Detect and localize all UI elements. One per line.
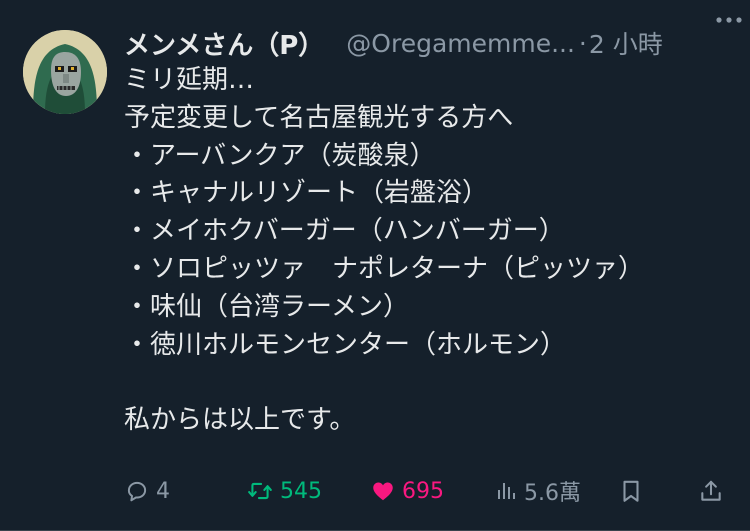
- header-separator: ·: [578, 28, 587, 58]
- display-name[interactable]: メンメさん（P）: [124, 25, 324, 62]
- timestamp[interactable]: 2 小時: [589, 25, 663, 61]
- avatar-image: [23, 30, 107, 114]
- retweet-button[interactable]: 545: [246, 474, 322, 508]
- tweet-line: ・キャナルリゾート（岩盤浴）: [124, 178, 489, 209]
- tweet-line: ・アーバンクア（炭酸泉）: [124, 140, 436, 171]
- like-button[interactable]: 695: [370, 474, 444, 508]
- tweet-line: ・ソロピッツァ ナポレターナ（ピッツァ）: [124, 253, 645, 284]
- action-bar: 4 545 695 5.6萬: [124, 474, 724, 508]
- heart-icon: [373, 482, 393, 501]
- tweet-line: 予定変更して名古屋観光する方へ: [124, 102, 514, 133]
- share-upload-icon: [701, 480, 721, 501]
- bookmark-button[interactable]: [618, 474, 644, 508]
- views-button[interactable]: 5.6萬: [494, 474, 581, 508]
- retweet-icon: [248, 482, 272, 500]
- more-horizontal-icon[interactable]: [714, 10, 744, 30]
- reply-button[interactable]: 4: [124, 474, 170, 508]
- bookmark-icon: [623, 480, 639, 502]
- user-handle[interactable]: @Oregamemme...: [346, 29, 575, 58]
- tweet-text: ミリ延期… 予定変更して名古屋観光する方へ ・アーバンクア（炭酸泉） ・キャナル…: [124, 62, 734, 440]
- tweet-card[interactable]: メンメさん（P） @Oregamemme... · 2 小時 ミリ延期… 予定変…: [0, 0, 750, 531]
- tweet-header: メンメさん（P） @Oregamemme... · 2 小時: [124, 24, 734, 62]
- tweet-line: 私からは以上です。: [124, 405, 356, 436]
- tweet-content: メンメさん（P） @Oregamemme... · 2 小時 ミリ延期… 予定変…: [124, 24, 734, 440]
- views-bar-chart-icon: [498, 483, 515, 499]
- reply-bubble-icon: [127, 481, 147, 502]
- reply-count: 4: [156, 478, 170, 504]
- retweet-count: 545: [280, 478, 322, 504]
- tweet-line: ・メイホクバーガー（ハンバーガー）: [124, 216, 565, 247]
- view-count: 5.6萬: [524, 481, 581, 506]
- share-button[interactable]: [698, 474, 724, 508]
- avatar[interactable]: [23, 30, 107, 114]
- tweet-line: ・徳川ホルモンセンター（ホルモン）: [124, 329, 567, 360]
- tweet-line: ・味仙（台湾ラーメン）: [124, 291, 409, 322]
- tweet-line: ミリ延期…: [124, 65, 255, 95]
- like-count: 695: [402, 478, 444, 504]
